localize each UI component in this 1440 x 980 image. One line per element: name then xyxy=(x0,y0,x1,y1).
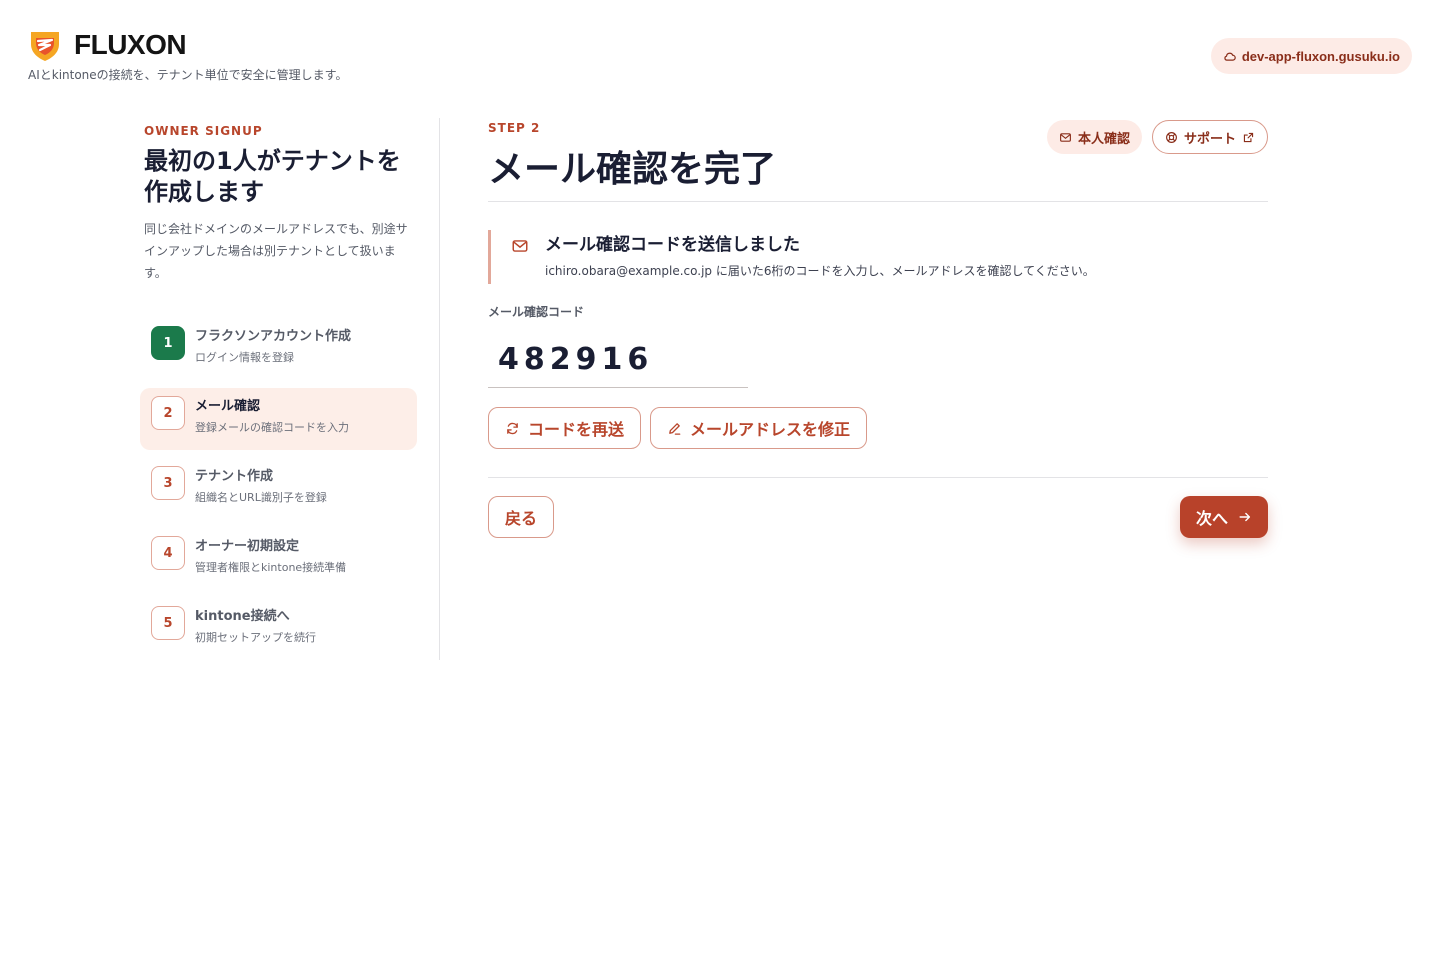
step-item-owner-setup[interactable]: 4 オーナー初期設定 管理者権限とkintone接続準備 xyxy=(140,528,417,590)
mail-icon xyxy=(1060,132,1071,142)
refresh-icon xyxy=(507,422,518,434)
step-label: STEP 2 xyxy=(488,121,541,135)
back-button[interactable]: 戻る xyxy=(488,496,555,538)
edit-email-label: メールアドレスを修正 xyxy=(690,420,851,439)
resend-code-button[interactable]: コードを再送 xyxy=(488,407,642,449)
step-subtitle: 組織名とURL識別子を登録 xyxy=(195,491,327,504)
edit-email-button[interactable]: メールアドレスを修正 xyxy=(650,407,868,449)
sidebar-description: 同じ会社ドメインのメールアドレスでも、別途サインアップした場合は別テナントとして… xyxy=(144,222,408,280)
back-label: 戻る xyxy=(505,509,538,528)
lifebuoy-icon xyxy=(1166,131,1177,143)
page-title: メール確認を完了 xyxy=(488,149,777,190)
code-field-label: メール確認コード xyxy=(488,305,585,319)
identity-verify-chip[interactable]: 本人確認 xyxy=(1046,120,1142,154)
sidebar-eyebrow: OWNER SIGNUP xyxy=(144,124,263,138)
brand-logo[interactable]: FLUXON xyxy=(28,28,187,62)
header-actions: 本人確認 サポート xyxy=(1046,120,1268,154)
step-number: 4 xyxy=(151,536,185,570)
verification-code-input[interactable] xyxy=(488,332,748,388)
brand-tagline: AIとkintoneの接続を、テナント単位で安全に管理します。 xyxy=(28,68,348,82)
resend-code-label: コードを再送 xyxy=(528,420,625,439)
step-subtitle: 初期セットアップを続行 xyxy=(195,631,316,644)
step-item-kintone[interactable]: 5 kintone接続へ 初期セットアップを続行 xyxy=(140,598,417,660)
next-label: 次へ xyxy=(1195,509,1228,528)
step-number: 1 xyxy=(151,326,185,360)
step-subtitle: 管理者権限とkintone接続準備 xyxy=(195,561,347,574)
notice-text: ichiro.obara@example.co.jp に届いた6桁のコードを入力… xyxy=(545,264,1095,278)
step-subtitle: ログイン情報を登録 xyxy=(195,351,294,364)
signup-sidebar: OWNER SIGNUP 最初の1人がテナントを作成します 同じ会社ドメインのメ… xyxy=(140,118,440,660)
step-title: オーナー初期設定 xyxy=(195,539,300,554)
environment-badge: dev-app-fluxon.gusuku.io xyxy=(1210,38,1412,74)
step-item-email-verify[interactable]: 2 メール確認 登録メールの確認コードを入力 xyxy=(140,388,417,450)
title-divider xyxy=(488,201,1268,202)
step-title: kintone接続へ xyxy=(195,609,290,624)
step-title: フラクソンアカウント作成 xyxy=(195,329,352,344)
arrow-right-icon xyxy=(1239,512,1251,522)
pencil-icon xyxy=(669,422,681,435)
cloud-icon xyxy=(1224,52,1236,61)
mail-icon xyxy=(512,240,528,252)
step-list: 1 フラクソンアカウント作成 ログイン情報を登録 2 メール確認 登録メールの確… xyxy=(140,318,417,668)
support-link[interactable]: サポート xyxy=(1151,120,1268,154)
app-header: FLUXON AIとkintoneの接続を、テナント単位で安全に管理します。 d… xyxy=(0,0,1440,100)
step-item-tenant[interactable]: 3 テナント作成 組織名とURL識別子を登録 xyxy=(140,458,417,520)
step-subtitle: 登録メールの確認コードを入力 xyxy=(195,421,349,434)
step-number: 2 xyxy=(151,396,185,430)
code-sent-notice: メール確認コードを送信しました ichiro.obara@example.co.… xyxy=(488,230,1268,284)
support-label: サポート xyxy=(1183,131,1236,147)
notice-title: メール確認コードを送信しました xyxy=(545,235,800,255)
sidebar-title: 最初の1人がテナントを作成します xyxy=(144,147,401,206)
step-item-account[interactable]: 1 フラクソンアカウント作成 ログイン情報を登録 xyxy=(140,318,417,380)
external-link-icon xyxy=(1243,132,1254,142)
environment-host: dev-app-fluxon.gusuku.io xyxy=(1241,48,1400,64)
step-number: 3 xyxy=(151,466,185,500)
step-number: 5 xyxy=(151,606,185,640)
fluxon-shield-logo-icon xyxy=(31,32,59,61)
step-title: テナント作成 xyxy=(195,469,274,484)
email-verify-panel: STEP 2 メール確認を完了 本人確認 サポート メール確認コードを送信しまし… xyxy=(488,118,1268,558)
brand-name: FLUXON xyxy=(74,29,187,60)
next-button[interactable]: 次へ xyxy=(1179,496,1268,538)
step-title: メール確認 xyxy=(195,399,261,414)
identity-verify-label: 本人確認 xyxy=(1077,131,1130,147)
footer-divider xyxy=(488,477,1268,478)
